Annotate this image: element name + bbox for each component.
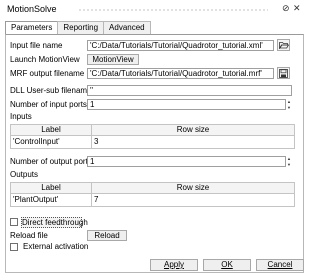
- close-icon[interactable]: ✕: [293, 3, 301, 14]
- num-input-ports-stepper[interactable]: ▲ ▼: [286, 99, 292, 110]
- help-icon[interactable]: ⊘: [282, 3, 290, 14]
- tab-reporting[interactable]: Reporting: [57, 21, 105, 34]
- outputs-cell-label[interactable]: 'PlantOutput': [10, 193, 92, 207]
- table-row: 'PlantOutput' 7: [10, 193, 295, 207]
- num-output-ports-field[interactable]: 1: [87, 156, 286, 167]
- tab-parameters[interactable]: Parameters: [5, 21, 59, 35]
- dll-field[interactable]: '': [87, 85, 292, 96]
- apply-button[interactable]: Apply: [150, 259, 198, 271]
- chevron-down-icon[interactable]: ▼: [286, 162, 292, 168]
- ok-button[interactable]: OK: [203, 259, 251, 271]
- cancel-button[interactable]: Cancel: [256, 259, 304, 271]
- inputs-cell-rowsize[interactable]: 3: [91, 135, 295, 149]
- num-input-ports-label: Number of input ports: [10, 100, 87, 109]
- dialog-title: MotionSolve: [7, 4, 57, 14]
- tab-advanced[interactable]: Advanced: [103, 21, 151, 34]
- external-activation-label: External activation: [23, 242, 89, 251]
- num-input-ports-field[interactable]: 1: [87, 99, 286, 110]
- input-file-field[interactable]: 'C:/Data/Tutorials/Tutorial/Quadrotor_tu…: [87, 40, 274, 51]
- direct-feedthrough-checkbox[interactable]: [10, 218, 18, 226]
- mrf-output-field[interactable]: 'C:/Data/Tutorials/Tutorial/Quadrotor_tu…: [87, 68, 274, 79]
- cancel-button-label: Cancel: [267, 260, 293, 269]
- dll-label: DLL User-sub filename: [10, 86, 92, 95]
- save-file-button[interactable]: [277, 67, 290, 79]
- inputs-col-label: Label: [10, 124, 92, 136]
- motionview-button[interactable]: MotionView: [87, 54, 139, 65]
- inputs-section-title: Inputs: [10, 112, 32, 121]
- reload-button[interactable]: Reload: [87, 230, 127, 241]
- apply-button-label: Apply: [163, 260, 184, 269]
- inputs-table: Label Row size 'ControlInput' 3: [10, 124, 295, 149]
- mrf-output-label: MRF output filename: [10, 69, 85, 78]
- reload-file-label: Reload file: [10, 231, 48, 240]
- num-output-ports-label: Number of output ports: [10, 157, 92, 166]
- drag-handle[interactable]: [78, 8, 268, 13]
- direct-feedthrough-toggle[interactable]: Direct feedthrough: [21, 217, 88, 228]
- table-row: 'ControlInput' 3: [10, 135, 295, 149]
- outputs-table: Label Row size 'PlantOutput' 7: [10, 182, 295, 207]
- outputs-col-rowsize: Row size: [91, 182, 295, 194]
- chevron-down-icon[interactable]: ▼: [286, 105, 292, 111]
- open-folder-button[interactable]: [277, 39, 290, 51]
- inputs-cell-label[interactable]: 'ControlInput': [10, 135, 92, 149]
- input-file-label: Input file name: [10, 41, 63, 50]
- launch-motionview-label: Launch MotionView: [10, 55, 80, 64]
- ok-button-label: OK: [221, 260, 233, 269]
- outputs-col-label: Label: [10, 182, 92, 194]
- external-activation-checkbox[interactable]: [10, 243, 18, 251]
- num-output-ports-stepper[interactable]: ▲ ▼: [286, 156, 292, 167]
- inputs-col-rowsize: Row size: [91, 124, 295, 136]
- folder-open-icon: [278, 42, 289, 49]
- outputs-section-title: Outputs: [10, 170, 39, 179]
- tab-bar: Parameters Reporting Advanced: [5, 21, 151, 35]
- outputs-cell-rowsize[interactable]: 7: [91, 193, 295, 207]
- save-icon: [279, 68, 288, 78]
